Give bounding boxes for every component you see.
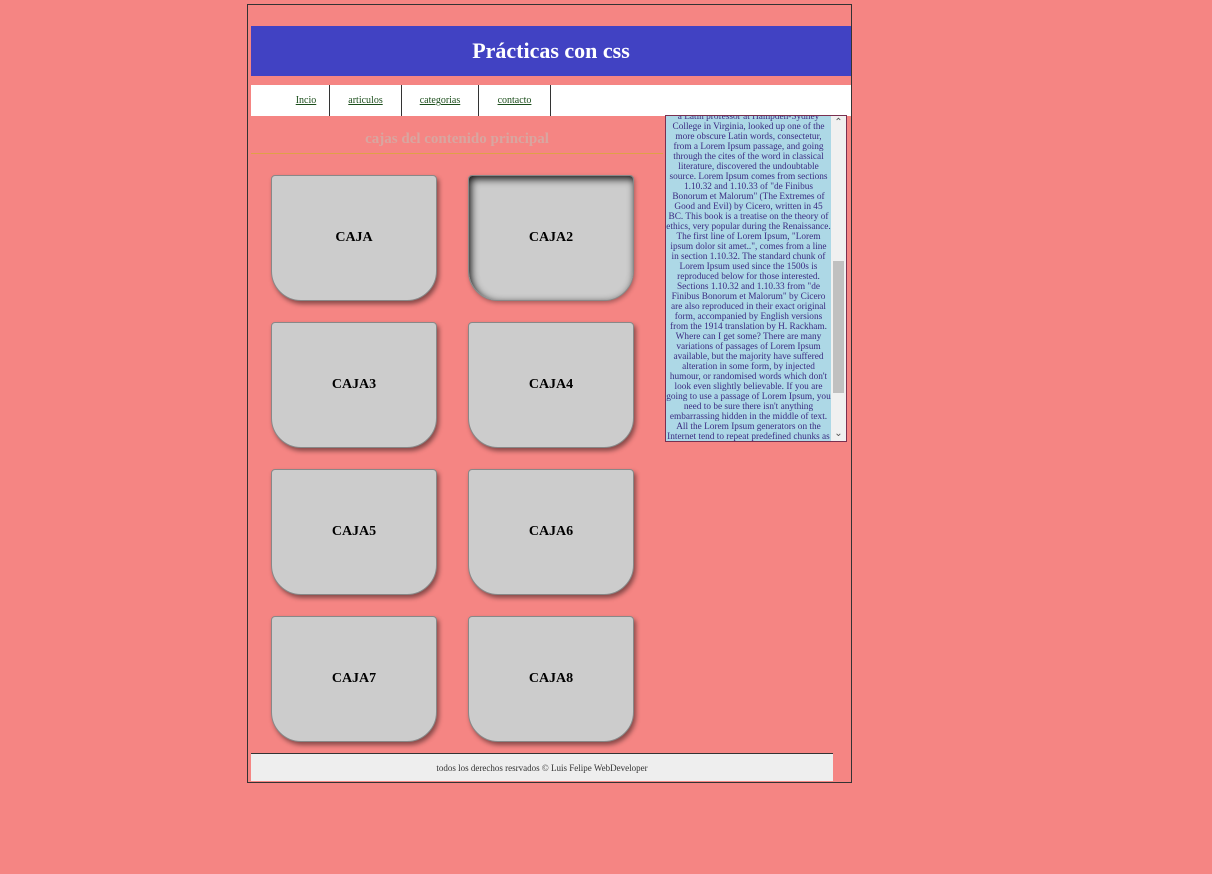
box-label: CAJA5: [331, 524, 377, 539]
box-label: CAJA4: [528, 377, 574, 392]
box-label: CAJA7: [331, 671, 377, 686]
section-subtitle: cajas del contenido principal: [251, 125, 663, 154]
chevron-up-icon[interactable]: ⌃: [831, 116, 846, 130]
nav-link-articulos[interactable]: articulos: [330, 85, 402, 116]
nav-link-contacto[interactable]: contacto: [479, 85, 551, 116]
sidebar-scroll-box[interactable]: a Latin professor at Hampden-Sydney Coll…: [665, 115, 847, 442]
site-footer: todos los derechos resrvados © Luis Feli…: [251, 753, 833, 781]
vertical-scrollbar[interactable]: ⌃ ⌄: [831, 116, 846, 441]
footer-text: todos los derechos resrvados © Luis Feli…: [436, 762, 648, 773]
box-label: CAJA2: [528, 230, 574, 245]
box-caja4: CAJA4: [468, 322, 634, 448]
box-caja3: CAJA3: [271, 322, 437, 448]
box-caja5: CAJA5: [271, 469, 437, 595]
site-header: Prácticas con css: [251, 26, 851, 76]
box-label: CAJA8: [528, 671, 574, 686]
page-title: Prácticas con css: [472, 38, 630, 63]
box-caja2: CAJA2: [468, 175, 634, 301]
scrollbar-thumb[interactable]: [833, 261, 844, 393]
nav-link-categorias[interactable]: categorias: [402, 85, 479, 116]
page-container: Prácticas con css Incio articulos catego…: [247, 4, 852, 783]
box-label: CAJA6: [528, 524, 574, 539]
box-caja6: CAJA6: [468, 469, 634, 595]
sidebar-text: a Latin professor at Hampden-Sydney Coll…: [666, 115, 831, 442]
box-caja: CAJA: [271, 175, 437, 301]
box-caja7: CAJA7: [271, 616, 437, 742]
box-label: CAJA: [335, 230, 373, 245]
main-nav: Incio articulos categorias contacto: [251, 85, 851, 116]
box-label: CAJA3: [331, 377, 377, 392]
nav-link-inicio[interactable]: Incio: [283, 85, 330, 116]
box-caja8: CAJA8: [468, 616, 634, 742]
chevron-down-icon[interactable]: ⌄: [831, 427, 846, 441]
